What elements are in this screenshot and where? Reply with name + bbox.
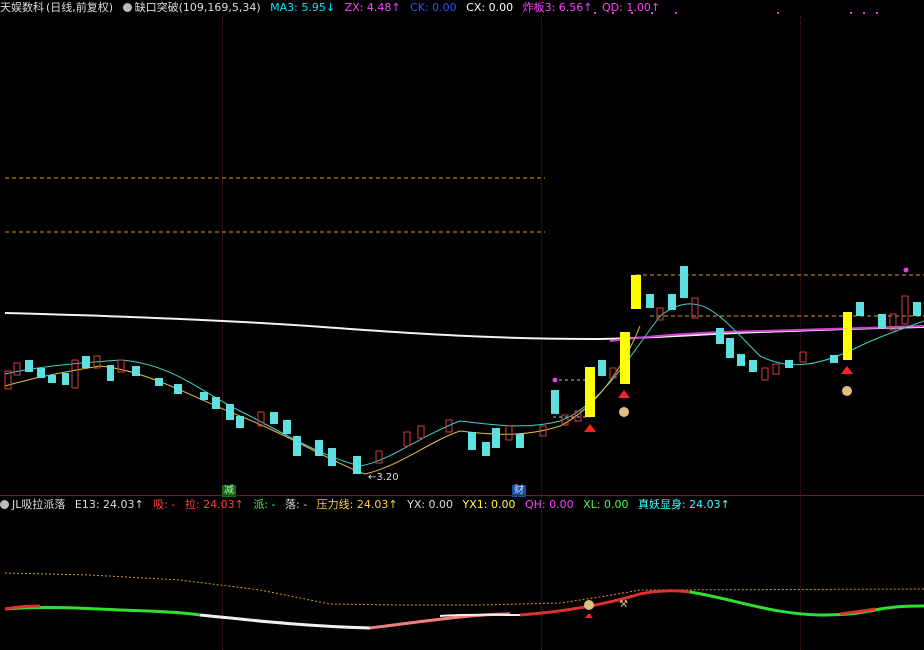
price-chart[interactable] [0, 16, 924, 495]
low-price-label: ←3.20 [368, 472, 399, 483]
buy-arrow-icon [841, 366, 853, 374]
bottom-item-3: 派: - [253, 498, 276, 511]
gear-icon [122, 3, 132, 12]
candle-group-left [4, 355, 547, 474]
bottom-item-0: E13: 24.03↑ [74, 498, 144, 511]
candle-group-right [551, 266, 921, 426]
bottom-item-4: 落: - [285, 498, 308, 511]
indicator-settings-bottom[interactable]: JL吸拉派落 [0, 498, 65, 511]
pressure-line [4, 572, 924, 606]
bottom-item-1: 吸: - [153, 498, 176, 511]
bottom-item-6: YX: 0.00 [407, 498, 454, 511]
indicator-header: JL吸拉派落 E13: 24.03↑ 吸: - 拉: 24.03↑ 派: - 落… [0, 497, 736, 513]
bottom-item-10: 真妖显身: 24.03↑ [637, 498, 730, 511]
money-bag-icon [619, 407, 629, 417]
money-bag-icon [584, 600, 594, 610]
long-ma-line [4, 312, 924, 341]
panel-separator [0, 495, 924, 496]
e13-line-green-b [689, 590, 924, 617]
bottom-item-7: YX1: 0.00 [462, 498, 516, 511]
hammer-icon: ⚒ [619, 599, 628, 610]
e13-line-pink [369, 612, 511, 630]
indicator-chart[interactable]: ⚒ [0, 514, 924, 650]
bottom-item-9: XL: 0.00 [583, 498, 629, 511]
bottom-item-5: 压力线: 24.03↑ [316, 498, 398, 511]
e13-line-white [199, 613, 371, 630]
ma-cyan-line [4, 303, 924, 467]
buy-arrow-icon [584, 424, 596, 432]
indicator-name-bottom: JL吸拉派落 [12, 498, 66, 511]
buy-arrow-icon [618, 390, 630, 398]
gear-icon [0, 500, 9, 509]
money-bag-icon [842, 386, 852, 396]
buy-arrow-icon [585, 613, 593, 618]
e13-line-green-a [4, 605, 201, 617]
bottom-item-2: 拉: 24.03↑ [184, 498, 244, 511]
bottom-item-8: QH: 0.00 [525, 498, 574, 511]
e13-line-red-b [519, 589, 691, 617]
